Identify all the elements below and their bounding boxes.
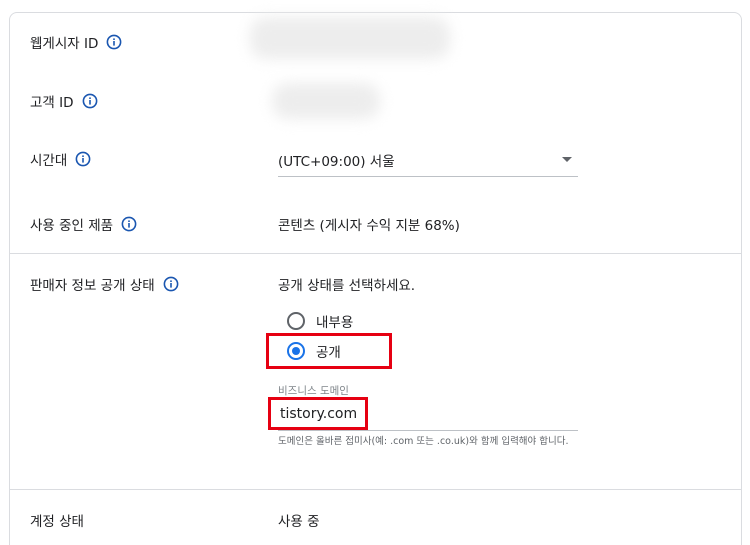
account-status-label: 계정 상태 [30,514,84,530]
account-status-value: 사용 중 [278,514,320,530]
timezone-select[interactable]: (UTC+09:00) 서울 [278,143,578,177]
timezone-value: (UTC+09:00) 서울 [278,154,395,170]
account-info-card: 웹게시자 ID 고객 ID 시간대 (UTC+09:00) 서울 사용 중인 제… [9,12,742,545]
products-value: 콘텐츠 (게시자 수익 지분 68%) [278,218,460,234]
info-icon[interactable] [121,216,137,232]
seller-info-prompt: 공개 상태를 선택하세요. [278,278,416,294]
info-icon[interactable] [82,93,98,109]
radio-button[interactable] [287,312,305,330]
seller-info-row: 판매자 정보 공개 상태 [30,274,179,294]
account-status-row: 계정 상태 [30,510,84,530]
customer-id-label: 고객 ID [30,95,74,111]
info-icon[interactable] [75,151,91,167]
info-icon[interactable] [163,276,179,292]
radio-internal-label: 내부용 [316,315,354,331]
products-label: 사용 중인 제품 [30,218,114,234]
redacted-customer-id [272,83,380,119]
domain-field-label: 비즈니스 도메인 [278,385,349,397]
products-row: 사용 중인 제품 [30,214,137,234]
seller-info-label: 판매자 정보 공개 상태 [30,278,155,294]
redacted-publisher-id [250,17,450,59]
timezone-label: 시간대 [30,153,68,169]
radio-internal[interactable]: 내부용 [287,311,353,331]
timezone-row: 시간대 [30,149,91,169]
divider [10,489,741,490]
highlight-box [266,333,392,369]
customer-id-row: 고객 ID [30,91,98,111]
caret-down-icon [562,157,572,162]
info-icon[interactable] [106,34,122,50]
divider [10,253,741,254]
highlight-box [268,397,368,430]
publisher-id-label: 웹게시자 ID [30,36,99,52]
publisher-id-row: 웹게시자 ID [30,32,122,52]
domain-help-text: 도메인은 올바른 접미사(예: .com 또는 .co.uk)와 함께 입력해야… [278,436,569,447]
